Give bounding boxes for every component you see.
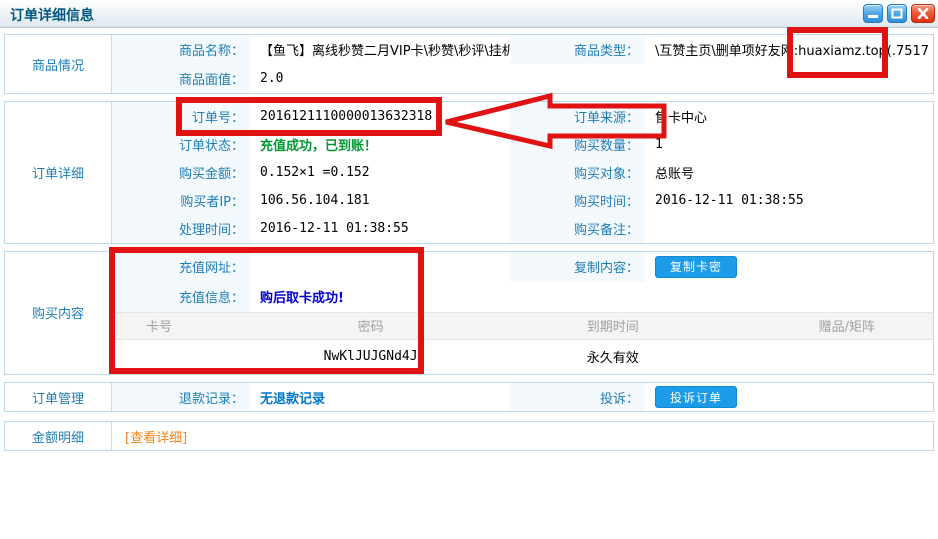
card-expiry-header: 到期时间 [465,316,761,335]
complain-order-button[interactable]: 投诉订单 [655,386,737,408]
row-process-time: 处理时间： 2016-12-11 01:38:55 购买备注： [112,215,933,243]
order-source-value: 售卡中心 [645,107,933,126]
minimize-button[interactable] [863,4,883,23]
card-password-header: 密码 [276,316,465,335]
card-password-value: NwKlJUJGNd4J [276,349,465,364]
refund-record-value: 无退款记录 [250,388,510,407]
order-number-value: 2016121110000013632318 [250,109,510,124]
recharge-url-label: 充值网址： [112,252,250,282]
order-status-value: 充值成功，已到账！ [250,135,510,154]
window-controls [863,4,935,23]
section-product-info: 商品情况 商品名称： 【鱼飞】离线秒赞二月VIP卡\秒赞\秒评\挂机 商品类型：… [4,34,934,94]
card-table: 卡号 密码 到期时间 赠品/矩阵 NwKlJUJGNd4J 永久有效 [112,312,933,374]
card-table-row: NwKlJUJGNd4J 永久有效 [112,340,933,374]
order-source-label: 订单来源： [510,102,645,130]
row-refund: 退款记录： 无退款记录 投诉： 投诉订单 [112,383,933,411]
row-product-value: 商品面值： 2.0 [112,64,933,93]
buy-time-label: 购买时间： [510,187,645,215]
copy-content-label: 复制内容： [510,252,645,282]
row-order-status: 订单状态： 充值成功，已到账！ 购买数量： 1 [112,130,933,158]
section-order-manage: 订单管理 退款记录： 无退款记录 投诉： 投诉订单 [4,382,934,412]
buy-amount-value: 0.152×1 =0.152 [250,165,510,180]
row-amount-detail: [查看详细] [112,422,933,450]
section-purchase-title: 购买内容 [5,252,112,374]
complaint-label: 投诉： [510,383,645,411]
refund-record-label: 退款记录： [112,383,250,411]
product-facevalue-value: 2.0 [250,71,933,86]
buy-time-value: 2016-12-11 01:38:55 [645,193,933,208]
card-table-header: 卡号 密码 到期时间 赠品/矩阵 [112,312,933,340]
section-amount-detail: 金额明细 [查看详细] [4,421,934,451]
section-order-detail: 订单详细 订单号： 2016121110000013632318 订单来源： 售… [4,101,934,244]
maximize-icon [891,8,903,19]
row-buyer-ip: 购买者IP： 106.56.104.181 购买时间： 2016-12-11 0… [112,187,933,215]
product-type-value: \互赞主页\删单项好友网:huaxiamz.top(.7517 [645,40,933,59]
close-icon [917,8,929,19]
complaint-cell: 投诉订单 [645,386,933,408]
card-expiry-value: 永久有效 [465,347,761,366]
minimize-icon [867,8,879,19]
section-manage-title: 订单管理 [5,383,112,411]
order-detail-window: { "window": { "title": "订单详细信息", "contro… [0,0,938,539]
buy-target-label: 购买对象： [510,158,645,186]
row-product-name: 商品名称： 【鱼飞】离线秒赞二月VIP卡\秒赞\秒评\挂机 商品类型： \互赞主… [112,35,933,64]
product-type-label: 商品类型： [510,35,645,64]
close-button[interactable] [911,4,935,23]
row-recharge-url: 充值网址： 复制内容： 复制卡密 [112,252,933,282]
row-order-number: 订单号： 2016121110000013632318 订单来源： 售卡中心 [112,102,933,130]
page-title: 订单详细信息 [10,5,94,25]
buy-quantity-label: 购买数量： [510,130,645,158]
row-recharge-info: 充值信息： 购后取卡成功! [112,282,933,312]
copy-content-cell: 复制卡密 [645,256,933,278]
title-bar: 订单详细信息 [0,0,938,28]
row-buy-amount: 购买金额： 0.152×1 =0.152 购买对象： 总账号 [112,158,933,186]
buyer-ip-value: 106.56.104.181 [250,193,510,208]
product-name-label: 商品名称： [112,35,250,64]
section-product-title: 商品情况 [5,35,112,93]
buy-target-value: 总账号 [645,163,933,182]
recharge-info-label: 充值信息： [112,282,250,312]
process-time-label: 处理时间： [112,215,250,243]
card-number-header: 卡号 [112,316,276,335]
copy-card-secret-button[interactable]: 复制卡密 [655,256,737,278]
section-amount-title: 金额明细 [5,422,112,450]
product-name-value: 【鱼飞】离线秒赞二月VIP卡\秒赞\秒评\挂机 [250,40,510,59]
section-order-title: 订单详细 [5,102,112,243]
buy-amount-label: 购买金额： [112,158,250,186]
recharge-info-value: 购后取卡成功! [250,287,933,306]
buyer-ip-label: 购买者IP： [112,187,250,215]
product-facevalue-label: 商品面值： [112,64,250,93]
buy-remark-label: 购买备注： [510,215,645,243]
card-gift-header: 赠品/矩阵 [761,316,933,335]
order-number-label: 订单号： [112,102,250,130]
process-time-value: 2016-12-11 01:38:55 [250,221,510,236]
section-purchase-content: 购买内容 充值网址： 复制内容： 复制卡密 充值信息： 购后取卡成功! 卡号 密… [4,251,934,375]
view-detail-link[interactable]: [查看详细] [112,427,933,446]
maximize-button[interactable] [887,4,907,23]
buy-quantity-value: 1 [645,137,933,152]
order-status-label: 订单状态： [112,130,250,158]
